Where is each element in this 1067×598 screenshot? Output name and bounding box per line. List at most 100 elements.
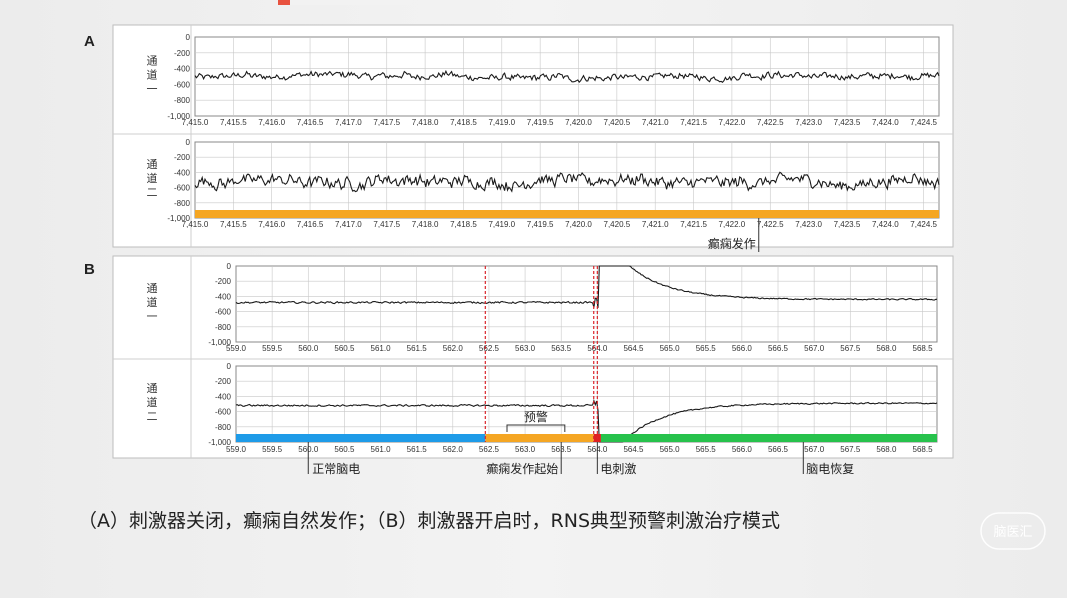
x-tick-label: 7,419.5 (527, 220, 554, 229)
y-tick-label: -600 (215, 308, 232, 317)
x-tick-label: 7,420.0 (565, 220, 592, 229)
x-tick-label: 7,420.0 (565, 118, 592, 127)
x-tick-label: 561.5 (407, 344, 428, 353)
x-tick-label: 7,418.0 (412, 118, 439, 127)
channel-label: 一 (147, 310, 158, 323)
x-tick-label: 7,421.0 (642, 118, 669, 127)
x-tick-label: 568.0 (876, 445, 897, 454)
x-tick-label: 561.0 (371, 445, 392, 454)
x-tick-label: 559.5 (262, 344, 283, 353)
x-tick-label: 559.5 (262, 445, 283, 454)
x-tick-label: 563.0 (515, 344, 536, 353)
x-tick-label: 559.0 (226, 445, 247, 454)
channel-label: 通 (147, 158, 158, 171)
x-tick-label: 7,417.5 (373, 220, 400, 229)
x-tick-label: 560.5 (334, 344, 355, 353)
normal-eeg-label: 正常脑电 (312, 462, 360, 476)
x-tick-label: 566.0 (732, 344, 753, 353)
x-tick-label: 563.5 (551, 344, 572, 353)
eeg-recovery-label: 脑电恢复 (806, 462, 854, 476)
x-tick-label: 7,416.5 (297, 220, 324, 229)
plot-area (235, 265, 938, 343)
x-tick-label: 7,420.5 (604, 118, 631, 127)
y-tick-label: -200 (174, 153, 191, 162)
x-tick-label: 7,418.5 (450, 220, 477, 229)
x-tick-label: 567.5 (840, 445, 861, 454)
y-tick-label: -800 (215, 323, 232, 332)
channel-label: 道 (147, 68, 158, 82)
y-tick-label: -600 (174, 184, 191, 193)
channel-label: 一 (147, 83, 158, 96)
x-tick-label: 7,421.5 (680, 220, 707, 229)
x-tick-label: 7,424.0 (872, 220, 899, 229)
x-tick-label: 7,416.5 (297, 118, 324, 127)
x-tick-label: 7,419.0 (488, 118, 515, 127)
x-tick-label: 7,423.5 (834, 220, 861, 229)
brand-logo: 脑医汇 (980, 512, 1046, 550)
x-tick-label: 7,424.5 (910, 118, 937, 127)
y-tick-label: 0 (227, 262, 232, 271)
x-tick-label: 565.0 (660, 445, 681, 454)
x-tick-label: 7,420.5 (604, 220, 631, 229)
x-tick-label: 7,423.5 (834, 118, 861, 127)
x-tick-label: 7,422.0 (719, 220, 746, 229)
x-tick-label: 565.5 (696, 445, 717, 454)
x-tick-label: 7,421.5 (680, 118, 707, 127)
x-tick-label: 7,417.5 (373, 118, 400, 127)
x-tick-label: 565.0 (660, 344, 681, 353)
x-tick-label: 562.5 (479, 344, 500, 353)
x-tick-label: 7,422.0 (719, 118, 746, 127)
x-tick-label: 560.0 (298, 344, 319, 353)
x-tick-label: 7,422.5 (757, 220, 784, 229)
channel-1: 通道一0-200-400-600-800-1,000559.0 559.5 560.… (147, 262, 938, 353)
x-tick-label: 559.0 (226, 344, 247, 353)
logo-text: 脑医汇 (993, 525, 1032, 540)
y-tick-label: -800 (174, 199, 191, 208)
x-tick-label: 7,418.0 (412, 220, 439, 229)
channel-label: 二 (147, 410, 158, 423)
x-tick-label: 568.5 (913, 344, 934, 353)
x-tick-label: 7,415.0 (182, 220, 209, 229)
channel-label: 通 (147, 382, 158, 395)
channel-label: 道 (147, 395, 158, 409)
y-tick-label: -200 (215, 377, 232, 386)
x-tick-label: 7,416.0 (258, 118, 285, 127)
x-tick-label: 564.5 (623, 344, 644, 353)
panel-b: B通道一0-200-400-600-800-1,000559.0 559.5 560… (84, 255, 954, 459)
y-tick-label: -400 (215, 292, 232, 301)
x-tick-label: 568.0 (876, 344, 897, 353)
x-tick-label: 7,419.0 (488, 220, 515, 229)
state-bar-segment (236, 434, 486, 442)
x-tick-label: 564.5 (623, 445, 644, 454)
x-tick-label: 561.0 (371, 344, 392, 353)
channel-label: 二 (147, 186, 158, 199)
seizure-label: 癫痫发作 (708, 236, 756, 251)
x-tick-label: 562.0 (443, 445, 464, 454)
x-tick-label: 565.5 (696, 344, 717, 353)
y-tick-label: -600 (215, 408, 232, 417)
x-tick-label: 7,423.0 (795, 220, 822, 229)
x-tick-label: 7,417.0 (335, 220, 362, 229)
seizure-onset-label: 癫痫发作起始 (486, 461, 558, 476)
panel-a: A通道一0-200-400-600-800-1,0007,415.0 7,415.… (84, 24, 954, 248)
y-tick-label: -800 (215, 423, 232, 432)
y-tick-label: -200 (174, 49, 191, 58)
x-tick-label: 7,417.0 (335, 118, 362, 127)
x-tick-label: 567.0 (804, 445, 825, 454)
channel-1: 通道一0-200-400-600-800-1,0007,415.0 7,415.5… (147, 33, 940, 127)
y-tick-label: -400 (174, 168, 191, 177)
x-tick-label: 563.0 (515, 445, 536, 454)
panel-letter: B (84, 261, 95, 278)
x-tick-label: 568.5 (913, 445, 934, 454)
x-tick-label: 566.0 (732, 445, 753, 454)
state-bar-segment (195, 210, 939, 218)
x-tick-label: 562.0 (443, 344, 464, 353)
x-tick-label: 561.5 (407, 445, 428, 454)
state-bar-segment (600, 434, 937, 442)
y-tick-label: -400 (215, 392, 232, 401)
x-tick-label: 567.5 (840, 344, 861, 353)
x-tick-label: 7,415.5 (220, 220, 247, 229)
state-bar-segment (485, 434, 594, 442)
x-tick-label: 566.5 (768, 344, 789, 353)
y-tick-label: 0 (186, 33, 191, 42)
